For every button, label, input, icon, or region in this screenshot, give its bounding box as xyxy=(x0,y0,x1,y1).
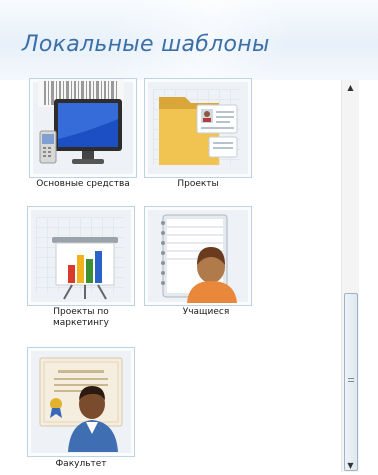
template-label: Проекты по маркетингу xyxy=(52,307,110,328)
template-thumbnail[interactable] xyxy=(27,206,135,306)
template-thumbnail[interactable] xyxy=(29,78,137,178)
header-banner: Локальные шаблоны xyxy=(0,0,378,80)
template-label: Основные средства xyxy=(36,179,130,189)
scroll-up-arrow-icon[interactable]: ▲ xyxy=(342,80,359,96)
student-icon xyxy=(161,214,237,303)
template-thumbnail[interactable] xyxy=(144,78,252,178)
computer-icon xyxy=(38,79,124,164)
template-label: Учащиеся xyxy=(182,307,230,317)
template-thumbnail[interactable] xyxy=(27,347,135,457)
scrollbar-grip-icon xyxy=(348,378,354,384)
template-thumbnail[interactable] xyxy=(144,206,252,306)
teacher-icon xyxy=(39,357,123,452)
scrollbar-thumb[interactable] xyxy=(344,293,358,471)
folder-icon xyxy=(159,97,238,165)
vertical-scrollbar[interactable]: ▲ ▼ xyxy=(341,80,359,472)
template-label: Проекты xyxy=(177,179,219,189)
template-label: Факультет xyxy=(55,459,107,469)
chart-presentation-icon xyxy=(52,237,118,300)
scroll-down-arrow-icon[interactable]: ▼ xyxy=(342,458,359,474)
page-title: Локальные шаблоны xyxy=(22,32,270,57)
